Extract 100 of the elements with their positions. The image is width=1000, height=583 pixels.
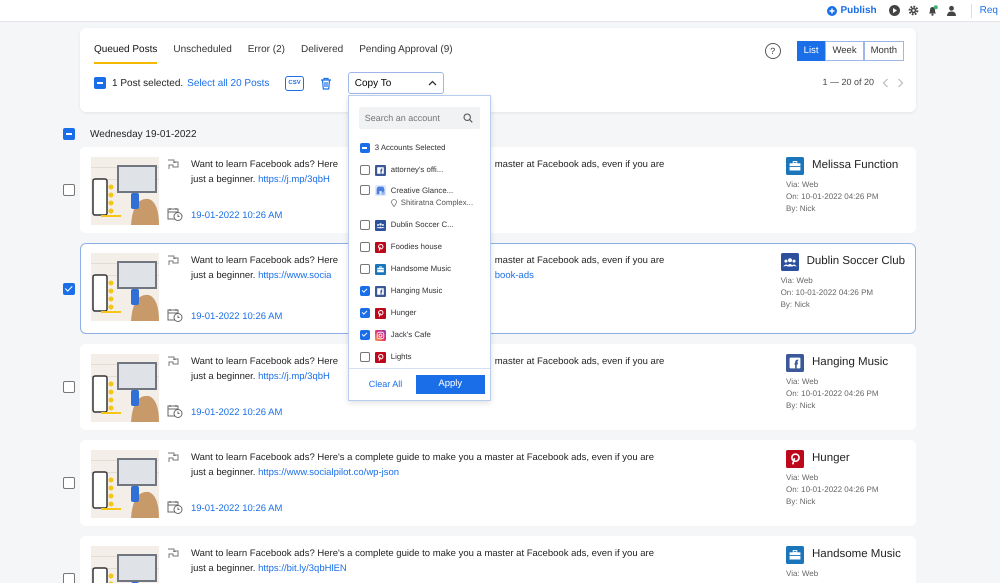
facebook-icon [786,354,804,372]
post-link[interactable]: https://j.mp/3qbH [258,371,330,382]
post-meta: On: 10-01-2022 04:26 PM [786,388,880,400]
post-meta: Via: Web [786,179,820,191]
view-toggle[interactable]: List [796,41,826,61]
tab[interactable]: Delivered [300,38,344,64]
post-text: master at Facebook ads, even if you are [494,254,664,268]
checkbox[interactable] [94,77,106,89]
post-meta: Via: Web [786,472,820,484]
checkbox[interactable] [63,573,75,583]
checkbox[interactable] [63,477,75,489]
copy-to-dropdown[interactable]: Copy To [348,72,444,94]
post-meta: Via: Web [786,376,820,388]
post-link[interactable]: https://bit.ly/3qbHlEN [258,563,347,574]
tab[interactable]: Queued Posts [94,38,158,64]
tab[interactable]: Unscheduled [173,38,232,64]
post-card[interactable] [80,440,916,526]
apply-button[interactable]: Apply [416,375,485,394]
post-card[interactable]: Want to learn Facebook ads? Here's a complete guide to make you a master at Facebook ads, even if you are just a beginner. https://bit.ly/3qbHlEN Handsome Music Via: Web [80,536,916,583]
post-text: just a beginner. https://www.socia [191,269,332,283]
instagram-icon [374,330,386,340]
search-icon [462,113,473,123]
post-meta: Via: Web [786,568,820,580]
view-toggle[interactable]: Month [864,41,904,61]
post-link[interactable]: book-ads [494,270,534,281]
checkbox[interactable] [360,143,370,153]
user-icon[interactable] [946,5,957,16]
schedule-icon [167,500,183,514]
scheduled-time: 19-01-2022 10:26 AM [191,502,282,516]
post-meta: By: Nick [780,299,811,311]
search-field[interactable]: Search an account [358,107,480,129]
post-text: just a beginner. https://j.mp/3qbH [191,173,330,187]
post-text: master at Facebook ads, even if you are [494,355,664,369]
group-icon [374,220,386,230]
schedule-icon [167,207,183,221]
post-text: Want to learn Facebook ads? Here's a complete guide to make you a master at Facebook ads, even if you are just a beginner. https://bit.ly/3qbHlEN [191,547,655,576]
group-icon [780,253,799,271]
briefcase-icon [786,157,804,175]
post-link[interactable]: https://www.socialpilot.co/wp-json [258,467,400,478]
scheduled-time: 19-01-2022 10:26 AM [191,208,282,223]
tab[interactable]: Pending Approval (9) [359,38,453,64]
selection-count: 1 Post selected. [112,76,184,90]
select-all-link[interactable]: Select all 20 Posts [187,76,270,90]
settings-icon[interactable] [908,5,919,16]
post-text: Want to learn Facebook ads? Here [191,158,338,172]
checkbox[interactable] [63,381,75,393]
pin-icon [390,198,397,207]
checkbox[interactable] [63,184,75,196]
post-meta: By: Nick [786,203,816,215]
post-type-icon [167,452,179,463]
schedule-icon [167,308,183,322]
briefcase-icon [374,264,386,274]
facebook-icon [374,164,386,176]
post-meta: Via: Web [780,275,814,287]
tab[interactable]: Error (2) [248,38,285,64]
facebook-icon [374,286,386,296]
date-heading: Wednesday 19-01-2022 [90,128,197,142]
account-name: Hanging Music [812,355,888,370]
request-link[interactable]: Req [980,3,998,18]
schedule-icon [167,404,183,418]
pagination-range: 1 — 20 of 20 [822,76,874,90]
post-link[interactable]: https://j.mp/3qbH [258,174,330,185]
trash-icon[interactable] [320,76,332,90]
help-button[interactable]: ? [764,43,781,59]
briefcase-icon [786,546,804,564]
pinterest-icon [374,308,386,318]
scheduled-time: 19-01-2022 10:26 AM [191,310,282,324]
post-text: Want to learn Facebook ads? Here's a complete guide to make you a master at Facebook ads, even if you are just a beginner. https://www.socialpilot.co/wp-json [191,451,655,480]
checkbox[interactable] [63,128,75,140]
account-name: Handsome Music [812,547,901,562]
post-text: Want to learn Facebook ads? Here [191,355,338,369]
plus-icon [826,6,837,16]
post-meta: By: Nick [786,496,816,508]
bell-icon[interactable] [926,5,938,16]
clear-all-button[interactable]: Clear All [368,378,402,392]
post-meta: On: 10-01-2022 04:26 PM [786,484,879,496]
pinterest-icon [374,352,386,362]
scheduled-time: 19-01-2022 10:26 AM [191,406,282,420]
account-name: Dublin Soccer Club [806,254,905,270]
checkbox[interactable] [63,282,75,294]
view-toggle[interactable]: Week [825,41,864,61]
post-type-icon [167,548,179,559]
pinterest-icon [786,450,804,468]
post-type-icon [167,255,179,266]
account-name: Melissa Function [812,158,898,174]
post-text: master at Facebook ads, even if you are [494,158,664,172]
post-type-icon [167,356,179,367]
post-type-icon [167,159,179,170]
store-icon [374,185,386,196]
publish-link[interactable]: Publish [826,3,877,18]
pinterest-icon [374,242,386,252]
account-name: Hunger [812,451,850,466]
play-icon[interactable] [888,5,900,16]
post-text: Want to learn Facebook ads? Here [191,254,338,268]
chevron-icon [428,80,437,86]
post-text: just a beginner. https://j.mp/3qbH [191,370,330,384]
post-link[interactable]: https://www.socia [258,270,332,281]
post-meta: By: Nick [786,400,816,412]
post-meta: On: 10-01-2022 04:26 PM [780,287,874,299]
post-meta: On: 10-01-2022 04:26 PM [786,191,880,203]
